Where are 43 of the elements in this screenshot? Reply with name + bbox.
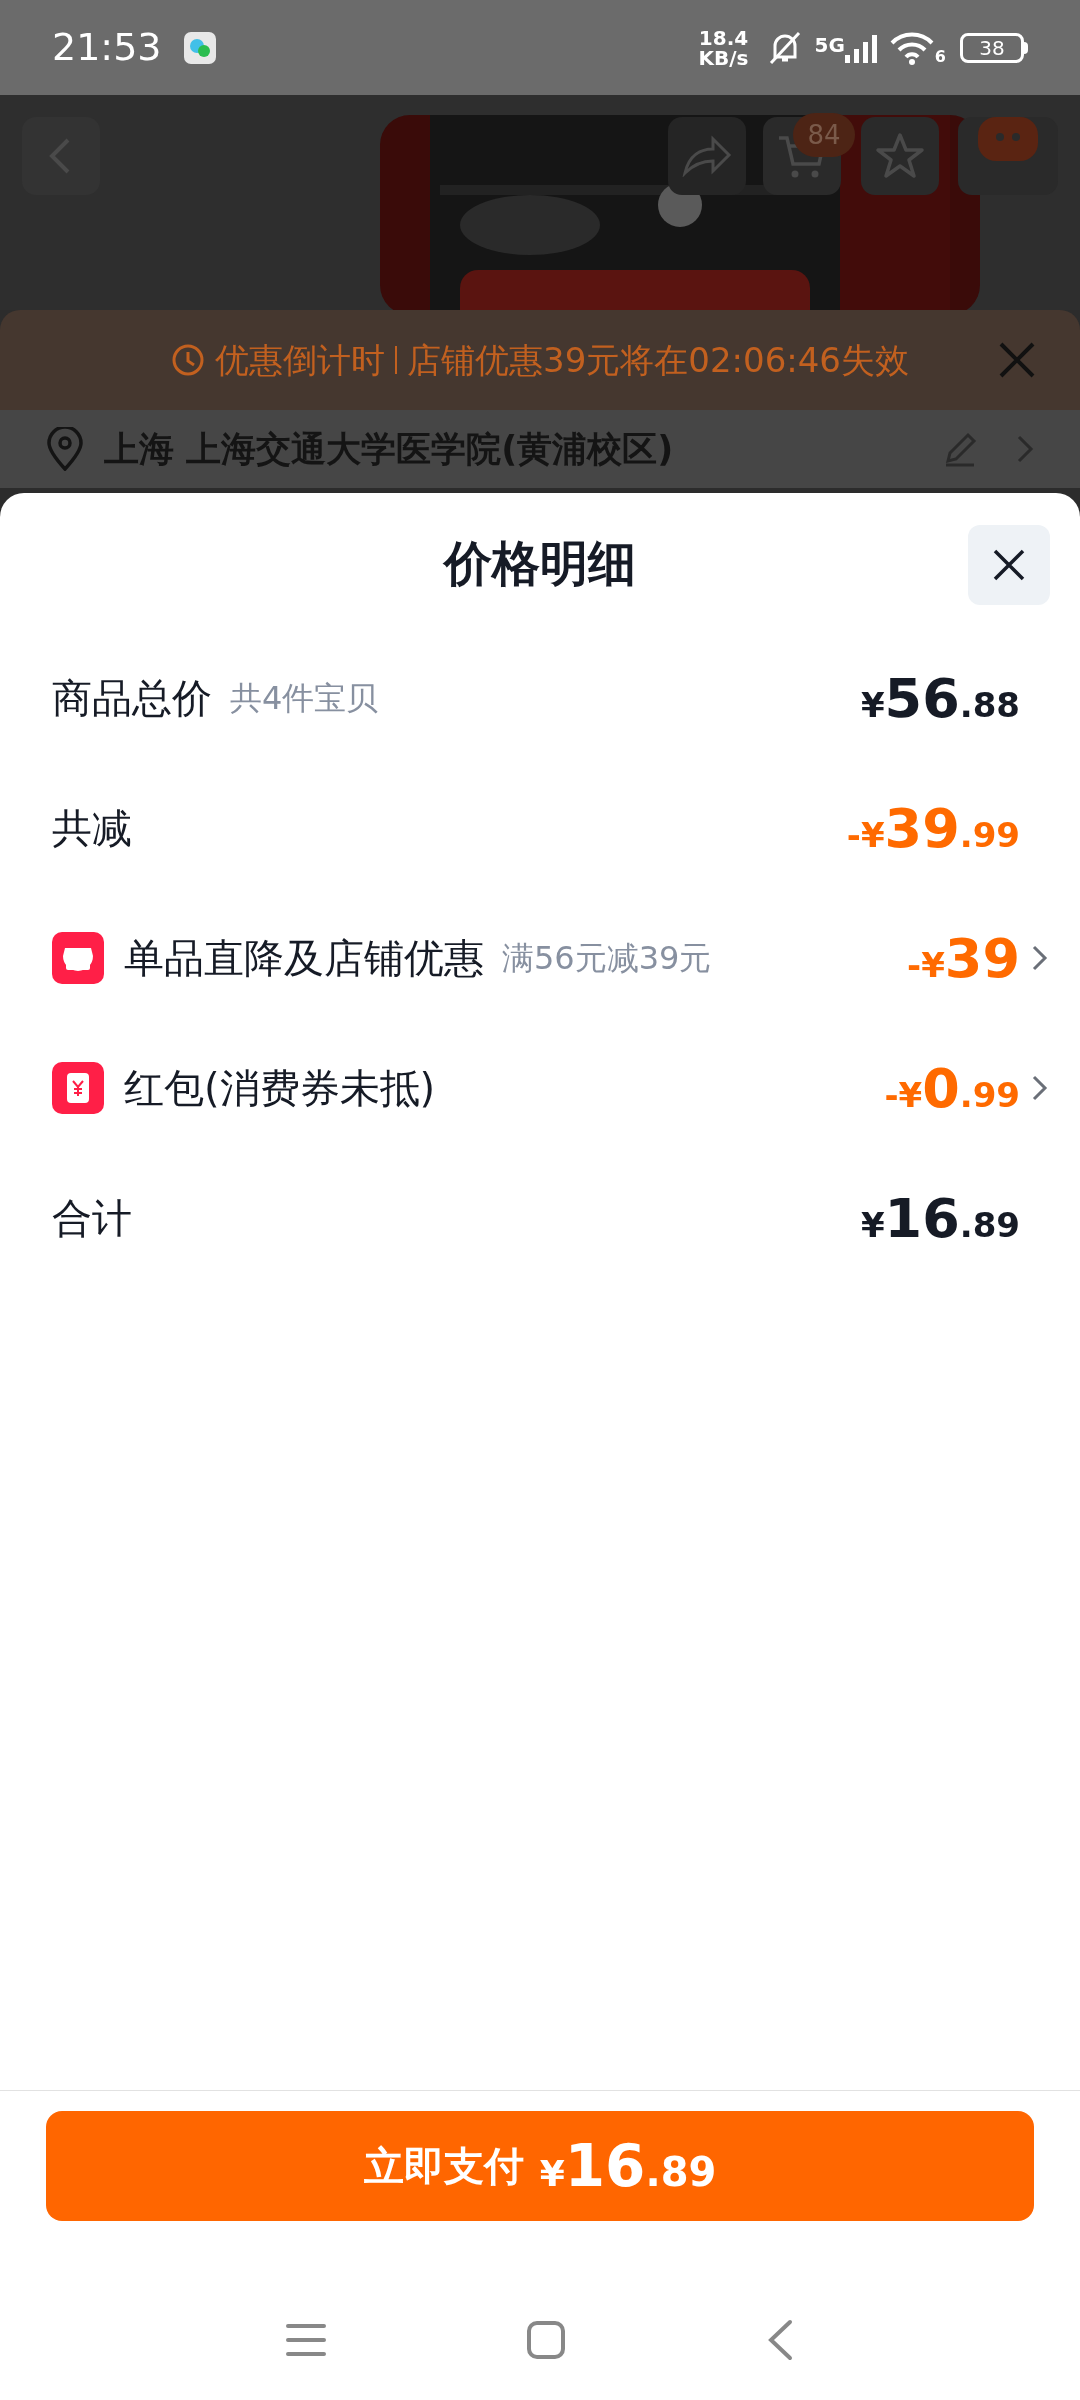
amount-text: -¥39.99 [846,795,1020,862]
countdown-message: 店铺优惠39元将在02:06:46失效 [407,338,909,382]
signal-icon [844,32,877,63]
amount-text: -¥39 [907,925,1020,992]
chat-app-icon [183,31,216,64]
sheet-title: 价格明细 [444,534,636,593]
amount-text: ¥16.89 [860,1185,1020,1252]
location-pin-icon [46,427,84,471]
shop-icon [52,932,104,984]
close-icon [992,548,1026,582]
row-note: 满56元减39元 [502,938,712,979]
chevron-right-icon[interactable] [1030,1073,1050,1103]
countdown-label: 优惠倒计时 [215,338,385,382]
back-icon[interactable] [766,2319,794,2361]
back-button[interactable] [22,117,100,195]
star-icon [875,132,925,180]
wifi-icon [888,30,935,65]
clock-icon [171,343,205,377]
close-button[interactable] [968,525,1050,605]
share-icon [681,135,733,177]
clock-time: 21:53 [52,24,162,71]
network-speed: 18.4 KB/s [698,27,749,68]
wifi-label: 6 [934,46,946,68]
chat-bubble-icon [978,117,1038,161]
row-label: 共减 [52,804,132,853]
menu-icon[interactable] [286,2322,326,2358]
network-type: 5G [814,32,845,59]
chevron-right-icon[interactable] [1030,943,1050,973]
battery-indicator: 38 [960,32,1024,63]
home-square-icon[interactable] [526,2320,566,2360]
close-icon[interactable] [998,341,1036,379]
row-label: 商品总价 [52,674,212,723]
row-note: 共4件宝贝 [230,678,379,719]
amount-text: -¥0.99 [884,1055,1020,1122]
row-label: 红包(消费券未抵) [124,1064,436,1113]
row-label: 单品直降及店铺优惠 [124,934,484,983]
favorite-button[interactable] [861,117,939,195]
share-button[interactable] [668,117,746,195]
pay-now-button[interactable]: 立即支付 ¥16.89 [46,2111,1034,2221]
amount-text: ¥56.88 [860,665,1020,732]
row-label: 合计 [52,1194,132,1243]
envelope-icon [52,1062,104,1114]
chevron-right-icon [1016,434,1034,464]
